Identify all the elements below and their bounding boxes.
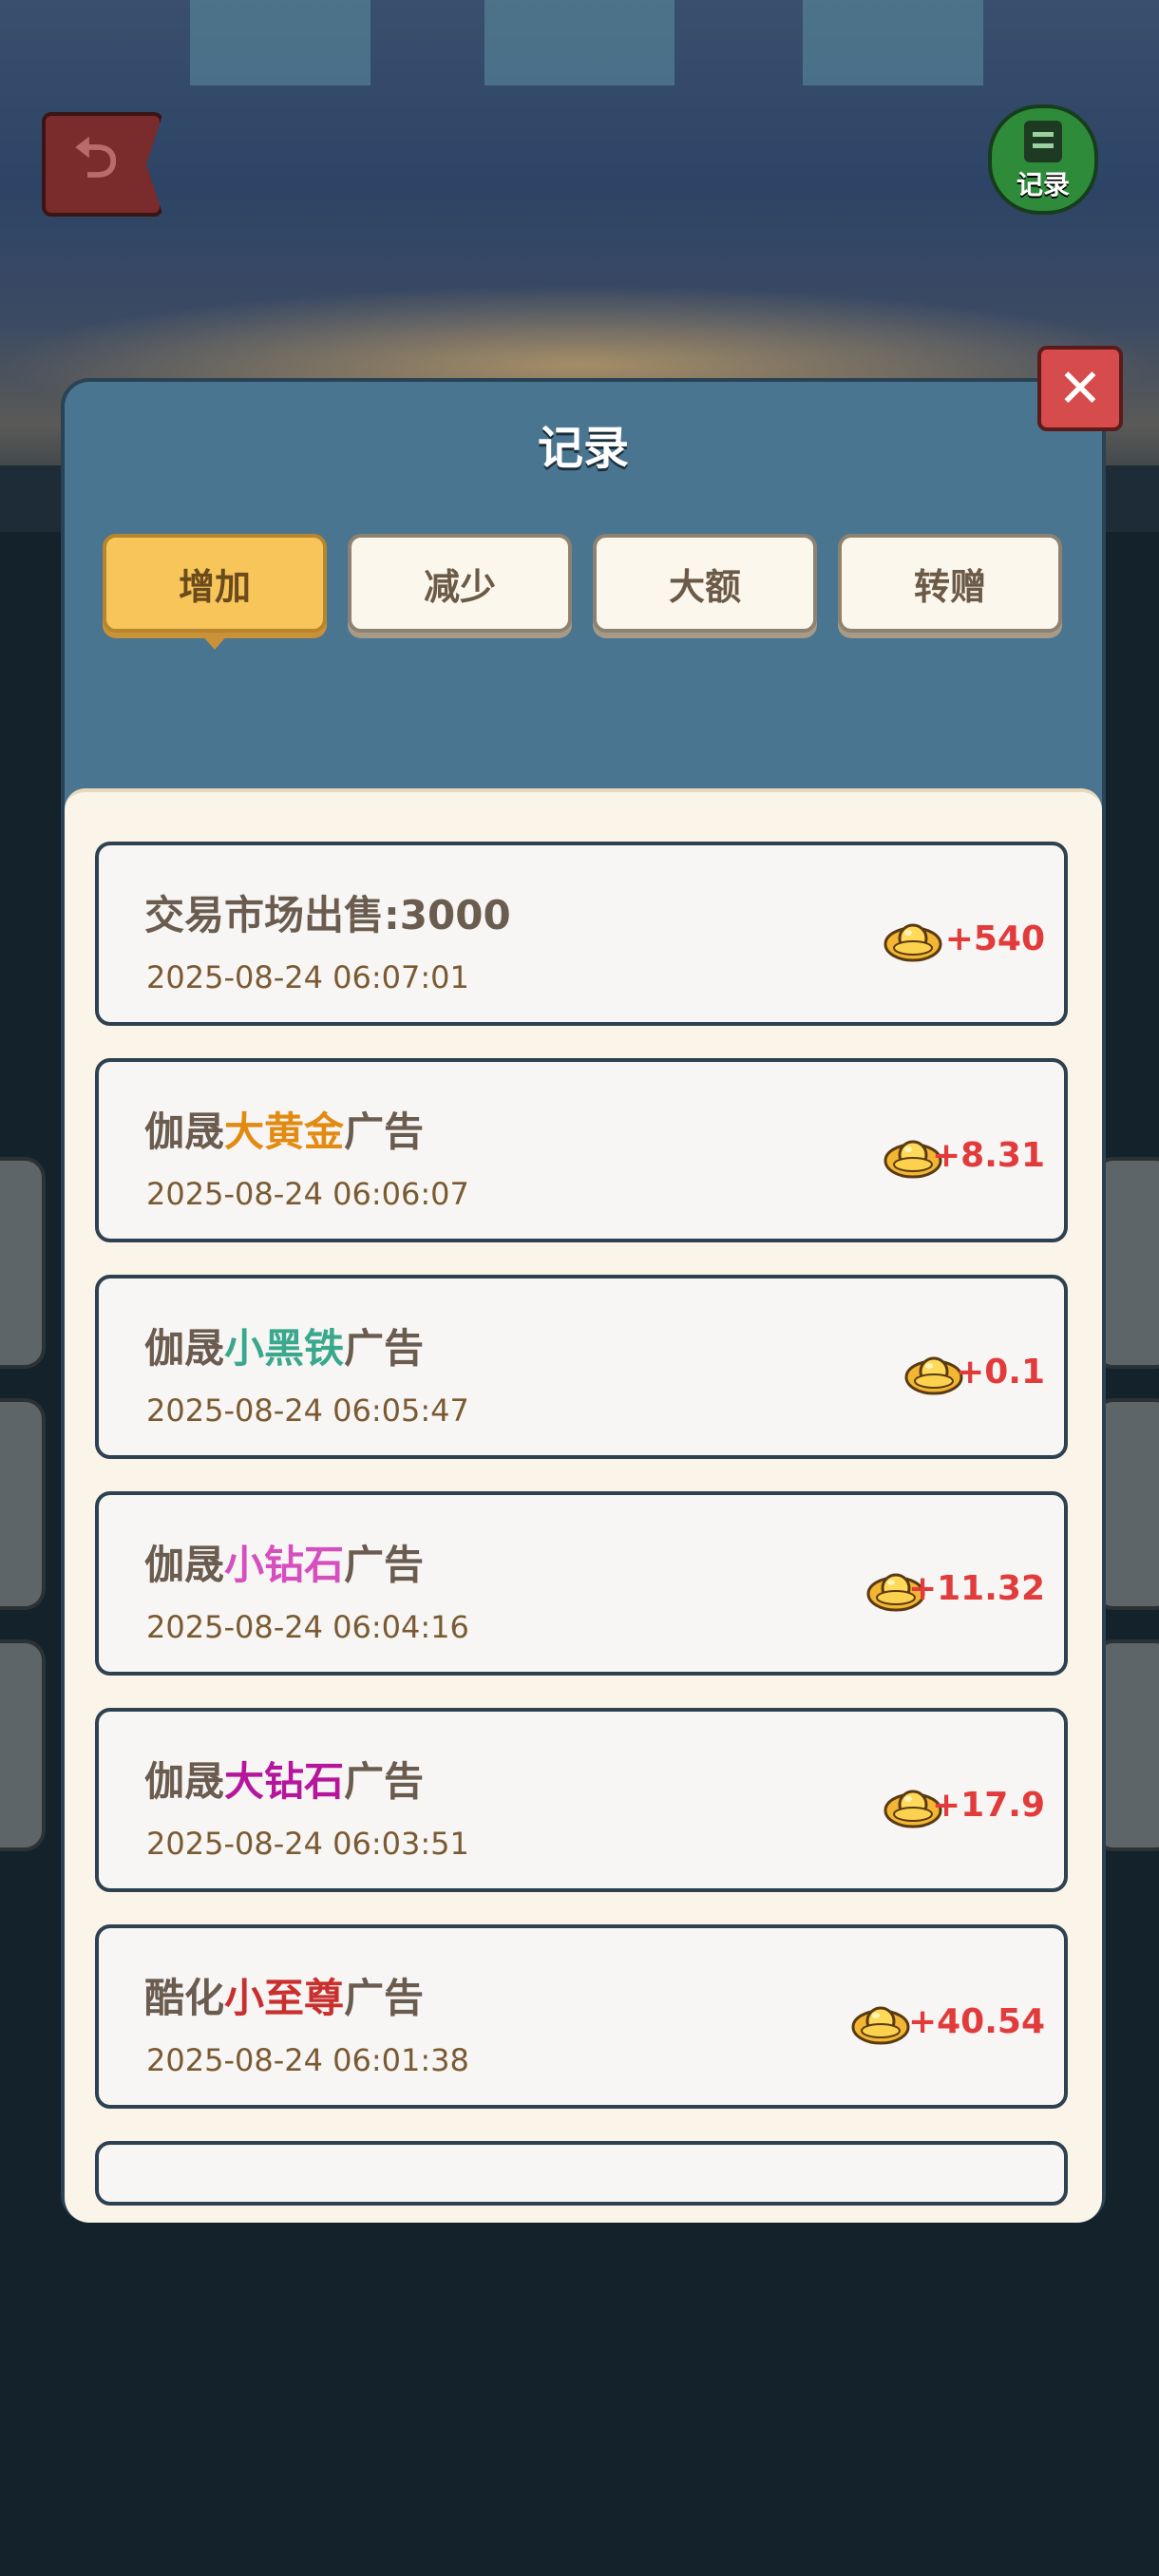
record-title-suffix: 广告: [344, 1758, 425, 1805]
record-time: 2025-08-24 06:03:51: [146, 1826, 469, 1862]
record-button-label: 记录: [1016, 169, 1070, 200]
list-item: 伽晟大黄金广告 2025-08-24 06:06:07 +8.31: [95, 1058, 1068, 1242]
background-card: [0, 1639, 46, 1851]
background-card: [0, 1398, 46, 1610]
record-title-highlight: 小黑铁: [224, 1325, 345, 1372]
record-amount: +11.32: [907, 1569, 1045, 1608]
record-title-suffix: 广告: [344, 1325, 425, 1372]
record-time: 2025-08-24 06:01:38: [146, 2042, 469, 2078]
record-time: 2025-08-24 06:05:47: [146, 1392, 469, 1429]
record-title-suffix: 广告: [344, 1975, 425, 2021]
record-title-prefix: 伽晟: [144, 1325, 225, 1372]
list-item: 交易市场出售:3000 2025-08-24 06:07:01 +540: [95, 842, 1068, 1026]
background-card: [0, 1157, 46, 1369]
tab-large-amount[interactable]: 大额: [593, 534, 817, 633]
record-amount: +40.54: [907, 2002, 1045, 2041]
record-title-suffix: 广告: [344, 1108, 425, 1155]
record-title: 交易市场出售:3000: [144, 883, 511, 941]
modal-title: 记录: [537, 422, 629, 475]
gold-ingot-icon: [884, 910, 942, 963]
record-title: 酷化小至尊广告: [144, 1966, 424, 2024]
record-title-prefix: 伽晟: [144, 1758, 225, 1805]
record-title-highlight: 小至尊: [224, 1975, 345, 2021]
record-title: 伽晟大钻石广告: [144, 1750, 424, 1808]
list-item: 伽晟小黑铁广告 2025-08-24 06:05:47 +0.1: [95, 1275, 1068, 1459]
list-item: 伽晟大钻石广告 2025-08-24 06:03:51 +17.9: [95, 1708, 1068, 1892]
gold-ingot-icon: [904, 1343, 963, 1396]
record-title-suffix: 广告: [344, 1542, 425, 1588]
record-title: 伽晟大黄金广告: [144, 1100, 424, 1158]
back-button[interactable]: ⮌: [42, 112, 163, 217]
record-title-prefix: 伽晟: [144, 1542, 225, 1588]
gold-ingot-icon: [851, 1993, 910, 2046]
record-button[interactable]: 记录: [988, 104, 1098, 215]
record-title: 伽晟小黑铁广告: [144, 1316, 424, 1374]
record-title: 伽晟小钻石广告: [144, 1533, 424, 1591]
record-time: 2025-08-24 06:07:01: [146, 959, 469, 995]
record-list[interactable]: 交易市场出售:3000 2025-08-24 06:07:01 +540 伽晟大黄金广…: [65, 788, 1102, 2223]
list-item: 酷化小至尊广告 2025-08-24 06:01:38 +40.54: [95, 1924, 1068, 2109]
record-icon: [1024, 121, 1062, 162]
record-title-prefix: 酷化: [144, 1975, 225, 2021]
tab-gift[interactable]: 转赠: [838, 534, 1062, 633]
record-time: 2025-08-24 06:06:07: [146, 1176, 469, 1212]
record-title-highlight: 大黄金: [224, 1108, 345, 1155]
record-time: 2025-08-24 06:04:16: [146, 1609, 469, 1645]
close-icon: ✕: [1057, 357, 1103, 420]
record-title-prefix: 交易市场出售:3000: [144, 892, 511, 938]
record-title-highlight: 大钻石: [224, 1758, 345, 1805]
record-amount: +540: [944, 919, 1045, 958]
close-button[interactable]: ✕: [1037, 346, 1123, 431]
record-amount: +17.9: [932, 1786, 1045, 1825]
record-title-prefix: 伽晟: [144, 1108, 225, 1155]
tab-bar: 增加 减少 大额 转赠: [103, 534, 1062, 650]
back-arrow-icon: ⮌: [73, 124, 119, 190]
list-item: [95, 2141, 1068, 2206]
tab-increase[interactable]: 增加: [103, 534, 327, 650]
record-amount: +0.1: [956, 1353, 1045, 1392]
record-amount: +8.31: [932, 1136, 1045, 1175]
record-title-highlight: 小钻石: [224, 1542, 345, 1588]
list-item: 伽晟小钻石广告 2025-08-24 06:04:16 +11.32: [95, 1491, 1068, 1676]
tab-decrease[interactable]: 减少: [348, 534, 572, 633]
records-modal: 记录 增加 减少 大额 转赠 交易市场出售:3000 2025-08-24 06:…: [61, 378, 1106, 2223]
